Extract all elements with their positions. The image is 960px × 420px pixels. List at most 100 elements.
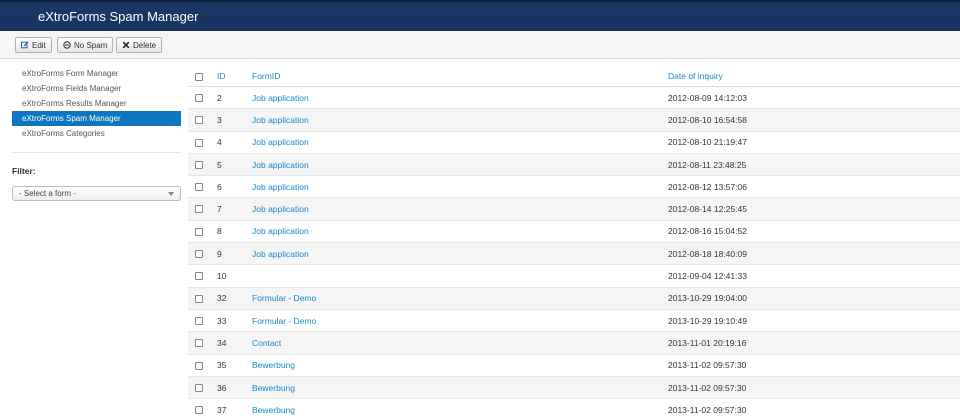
no-spam-button[interactable]: No Spam (57, 37, 114, 53)
row-id: 32 (217, 293, 227, 304)
row-date: 2013-11-01 20:19:16 (668, 337, 747, 348)
row-date: 2012-08-18 18:40:09 (668, 248, 747, 259)
row-formid: Job application (252, 226, 309, 236)
column-header-formid[interactable]: FormID (252, 71, 280, 81)
row-formid-link[interactable]: Job application (252, 137, 309, 147)
sidebar-item-categories[interactable]: eXtroForms Categories (12, 126, 181, 141)
table-row: 10 2012-09-04 12:41:33 (188, 265, 960, 288)
row-date: 2012-08-14 12:25:45 (668, 204, 747, 215)
row-formid: Formular - Demo (252, 316, 316, 326)
ban-icon (63, 41, 71, 49)
row-formid-link[interactable]: Bewerbung (252, 405, 295, 415)
row-checkbox[interactable] (195, 116, 203, 125)
row-id: 2 (217, 92, 222, 103)
row-checkbox[interactable] (195, 160, 203, 169)
row-date: 2012-08-16 15:04:52 (668, 226, 747, 237)
row-id: 37 (217, 404, 227, 415)
column-header-date[interactable]: Date of inquiry (668, 71, 723, 81)
row-checkbox[interactable] (195, 339, 203, 348)
delete-button[interactable]: Delete (116, 37, 163, 53)
table-header-row: ID FormID Date of inquiry (188, 66, 960, 87)
row-checkbox[interactable] (195, 227, 203, 236)
row-formid: Bewerbung (252, 405, 295, 415)
row-date: 2013-11-02 09:57:30 (668, 360, 747, 371)
row-formid-link[interactable]: Formular - Demo (252, 316, 316, 326)
row-checkbox[interactable] (195, 272, 203, 281)
sidebar-item-spam-manager[interactable]: eXtroForms Spam Manager (12, 111, 181, 126)
edit-button-label: Edit (32, 40, 46, 50)
row-date: 2012-08-09 14:12:03 (668, 92, 747, 103)
spam-table: ID FormID Date of inquiry 2 Job applicati… (188, 66, 960, 420)
row-formid-link[interactable]: Formular - Demo (252, 293, 316, 303)
form-filter-select[interactable]: - Select a form - (12, 186, 181, 201)
delete-button-label: Delete (133, 40, 157, 50)
row-checkbox[interactable] (195, 183, 203, 192)
row-date: 2013-11-02 09:57:30 (668, 404, 747, 415)
row-formid-link[interactable]: Job application (252, 226, 309, 236)
table-row: 7 Job application 2012-08-14 12:25:45 (188, 198, 960, 221)
table-row: 6 Job application 2012-08-12 13:57:06 (188, 176, 960, 199)
app-header: eXtroForms Spam Manager (0, 0, 960, 31)
row-date: 2012-09-04 12:41:33 (668, 271, 747, 282)
column-header-id[interactable]: ID (217, 71, 226, 81)
sidebar-item-fields-manager[interactable]: eXtroForms Fields Manager (12, 81, 181, 96)
table-row: 4 Job application 2012-08-10 21:19:47 (188, 132, 960, 154)
toolbar: Edit No Spam Delete (0, 31, 960, 59)
row-formid: Job application (252, 249, 309, 259)
row-id: 9 (217, 248, 222, 259)
row-formid-link[interactable]: Job application (252, 204, 309, 214)
row-checkbox[interactable] (195, 383, 203, 392)
row-formid-link[interactable]: Job application (252, 160, 309, 170)
row-formid: Job application (252, 182, 309, 192)
row-formid: Contact (252, 338, 281, 348)
row-checkbox[interactable] (195, 250, 203, 259)
row-checkbox[interactable] (195, 406, 203, 415)
row-date: 2012-08-11 23:48:25 (668, 159, 747, 170)
row-formid: Formular - Demo (252, 293, 316, 303)
row-formid-link[interactable]: Job application (252, 182, 309, 192)
row-checkbox[interactable] (195, 138, 203, 147)
row-checkbox[interactable] (195, 94, 203, 102)
row-date: 2013-10-29 19:04:00 (668, 293, 747, 304)
row-formid-link[interactable]: Job application (252, 115, 309, 125)
row-formid-link[interactable]: Contact (252, 338, 281, 348)
row-date: 2013-11-02 09:57:30 (668, 382, 747, 393)
row-formid-link[interactable]: Job application (252, 93, 309, 103)
table-row: 2 Job application 2012-08-09 14:12:03 (188, 87, 960, 110)
row-formid-link[interactable]: Job application (252, 249, 309, 259)
table-body: 2 Job application 2012-08-09 14:12:03 3 Job … (188, 87, 960, 420)
row-id: 10 (217, 271, 227, 282)
row-date: 2013-10-29 19:10:49 (668, 315, 747, 326)
row-id: 35 (217, 360, 227, 371)
row-formid-link[interactable]: Bewerbung (252, 383, 295, 393)
row-date: 2012-08-12 13:57:06 (668, 181, 747, 192)
row-id: 33 (217, 315, 227, 326)
row-checkbox[interactable] (195, 205, 203, 214)
edit-button[interactable]: Edit (15, 37, 52, 53)
row-checkbox[interactable] (195, 361, 203, 370)
row-id: 5 (217, 159, 222, 170)
table-row: 35 Bewerbung 2013-11-02 09:57:30 (188, 355, 960, 377)
row-id: 4 (217, 137, 222, 148)
row-formid: Job application (252, 93, 309, 103)
row-checkbox[interactable] (195, 294, 203, 303)
row-formid: Job application (252, 160, 309, 170)
row-formid: Job application (252, 115, 309, 125)
sidebar: eXtroForms Form Manager eXtroForms Field… (12, 66, 181, 201)
row-checkbox[interactable] (195, 316, 203, 325)
row-id: 6 (217, 181, 222, 192)
sidebar-item-results-manager[interactable]: eXtroForms Results Manager (12, 96, 181, 111)
table-row: 3 Job application 2012-08-10 16:54:58 (188, 109, 960, 132)
sidebar-divider (12, 152, 181, 153)
close-icon (122, 41, 130, 49)
table-row: 34 Contact 2013-11-01 20:19:16 (188, 332, 960, 355)
select-all-checkbox[interactable] (195, 73, 203, 81)
row-formid-link[interactable]: Bewerbung (252, 360, 295, 370)
row-date: 2012-08-10 16:54:58 (668, 114, 747, 125)
table-row: 9 Job application 2012-08-18 18:40:09 (188, 243, 960, 266)
sidebar-item-form-manager[interactable]: eXtroForms Form Manager (12, 66, 181, 81)
table-row: 32 Formular - Demo 2013-10-29 19:04:00 (188, 287, 960, 310)
row-formid: Job application (252, 137, 309, 147)
row-formid: Job application (252, 204, 309, 214)
row-id: 34 (217, 337, 227, 348)
